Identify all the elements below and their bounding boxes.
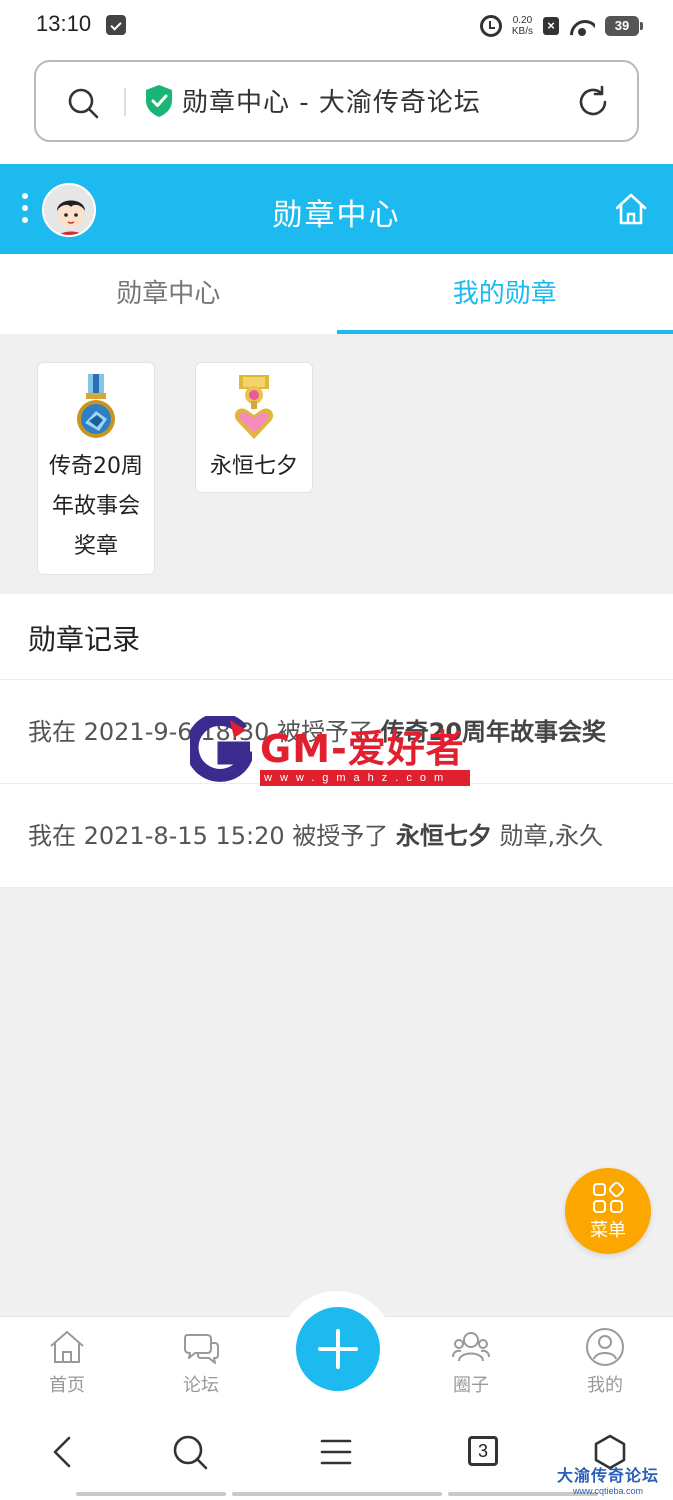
menu-grid-icon [593,1182,624,1213]
chat-icon [184,1334,219,1364]
status-icons: 0.20 KB/s × 39 [479,12,643,40]
corner-watermark: 大渝传奇论坛 www.cqtieba.com [548,1462,668,1496]
menu-button[interactable]: 菜单 [565,1168,651,1254]
corner-brand: 大渝传奇论坛 [556,1466,659,1485]
network-speed-unit: KB/s [511,26,533,37]
address-title[interactable]: 勋章中心 - 大渝传奇论坛 [182,82,481,119]
tabs-count-button[interactable]: 3 [468,1436,498,1466]
record-medal-name: 永恒七夕 [395,822,492,850]
menu-label: 菜单 [590,1220,626,1241]
record-row: 我在 2021-8-15 15:20 被授予了 永恒七夕 勋章,永久 [0,784,673,888]
medal-grid: 传奇20周 年故事会 奖章 永恒七夕 [0,334,673,594]
record-text: 我在 2021-8-15 15:20 被授予了 永恒七夕 勋章,永久 [28,822,604,850]
page-title: 勋章中心 [272,198,401,233]
nav-home[interactable]: 首页 [27,1327,107,1397]
nav-indicator [232,1492,442,1496]
search-icon[interactable] [170,1432,210,1472]
records-title: 勋章记录 [28,623,141,656]
tab-my-medals[interactable]: 我的勋章 [336,254,673,334]
address-bar[interactable]: 勋章中心 - 大渝传奇论坛 [34,60,639,142]
secure-shield-icon [146,85,172,117]
bottom-nav: 首页 论坛 圈子 我的 [0,1291,673,1406]
app-header: 勋章中心 [0,164,673,254]
nav-mine-label: 我的 [587,1375,623,1396]
note-icon [106,15,126,35]
alarm-icon [479,15,502,37]
nav-circle-label: 圈子 [453,1375,489,1396]
tab-bar: 勋章中心 我的勋章 [0,254,673,334]
plus-icon[interactable] [296,1307,380,1391]
wifi-icon [569,16,595,36]
tab-medal-center[interactable]: 勋章中心 [0,254,337,334]
medal-name: 传奇20周 年故事会 奖章 [49,454,143,559]
no-sim-icon: × [543,17,559,35]
battery-icon: 39 [605,16,643,36]
nav-circle[interactable]: 圈子 [431,1327,511,1397]
medal-name: 永恒七夕 [209,454,298,479]
back-icon[interactable] [44,1432,84,1472]
nav-home-label: 首页 [49,1375,85,1396]
network-speed: 0.20 KB/s [512,15,533,37]
watermark-url: www.gmahz.com [260,770,470,786]
status-bar: 13:10 0.20 KB/s × 39 [0,0,673,52]
address-separator [124,88,126,116]
watermark-logo-icon [190,716,252,782]
menu-icon[interactable] [316,1432,356,1472]
watermark: GM-爱好者 www.gmahz.com [190,714,480,790]
reload-icon[interactable] [575,84,611,120]
medal-card[interactable]: 传奇20周 年故事会 奖章 [37,362,155,575]
network-speed-value: 0.20 [512,15,533,26]
group-icon [452,1332,490,1362]
blue-medal-icon [77,374,115,438]
medal-card[interactable]: 永恒七夕 [195,362,313,493]
home-icon[interactable] [613,191,649,227]
corner-url: www.cqtieba.com [572,1486,644,1496]
home-icon [50,1331,84,1363]
nav-indicator [76,1492,226,1496]
records-header: 勋章记录 [0,594,673,680]
search-icon[interactable] [66,86,100,120]
heart-medal-icon [234,375,274,439]
status-time: 13:10 [36,11,92,36]
nav-forum[interactable]: 论坛 [161,1327,241,1397]
browser-toolbar: 勋章中心 - 大渝传奇论坛 [0,52,673,164]
nav-mine[interactable]: 我的 [565,1327,645,1397]
watermark-text: GM-爱好者 [260,727,465,771]
user-icon [586,1328,624,1366]
nav-forum-label: 论坛 [183,1375,219,1396]
